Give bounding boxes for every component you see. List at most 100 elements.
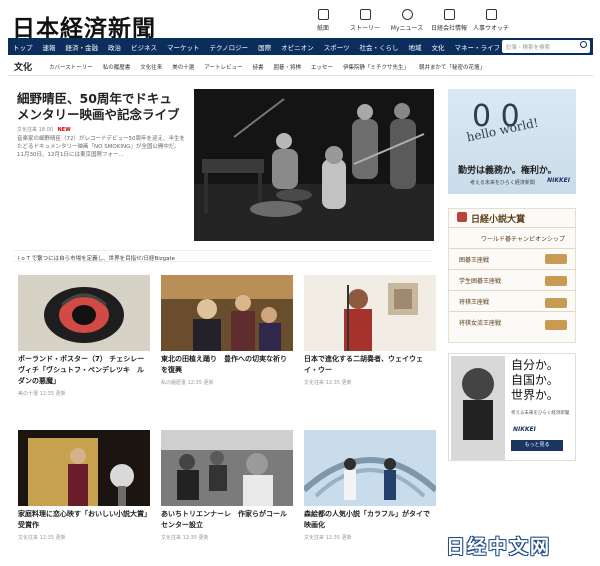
article-category: 文化往来: [304, 380, 325, 386]
new-badge: NEW: [57, 127, 71, 133]
go-stone-icon: [545, 254, 567, 264]
article-card[interactable]: 森絵都の人気小説「カラフル」がタイで映画化 文化往来 12:35 更新: [304, 430, 436, 541]
ad-novel-award-and-go[interactable]: 日経小説大賞 ワールド碁チャンピオンシップ 囲碁王座戦 学生囲碁王座戦 将棋王座…: [448, 208, 576, 343]
header-link-mynews[interactable]: Myニュース: [388, 9, 426, 32]
search-icon[interactable]: [580, 41, 587, 48]
article-category: 文化往来: [161, 535, 182, 541]
article-title[interactable]: 日本で進化する二胡奏者、ウェイウェイ・ウー: [304, 354, 436, 376]
article-card[interactable]: 日本で進化する二胡奏者、ウェイウェイ・ウー 文化往来 12:35 更新: [304, 275, 436, 386]
article-time: 12:35: [325, 535, 341, 541]
go-stone-icon: [545, 276, 567, 286]
erhu-player-thumbnail[interactable]: [304, 275, 436, 351]
article-title[interactable]: あいちトリエンナーレ 作家らがコールセンター設立: [161, 509, 293, 531]
nav-item-politics[interactable]: 政治: [103, 42, 126, 52]
article-time: 12:35: [39, 535, 55, 541]
article-category: 文化往来: [304, 535, 325, 541]
nav-item-market[interactable]: マーケット: [162, 42, 205, 52]
article-updated: 更新: [198, 535, 209, 541]
article-updated: 更新: [341, 380, 352, 386]
more-button[interactable]: もっと見る: [511, 440, 563, 451]
nav-item-money-life[interactable]: マネー・ライフ: [450, 42, 506, 52]
award-ceremony-thumbnail[interactable]: [18, 430, 150, 506]
nav-item-economy[interactable]: 経済・金融: [61, 42, 104, 52]
article-time: 12:35: [182, 535, 198, 541]
nav-item-international[interactable]: 国際: [253, 42, 276, 52]
film-scene-thumbnail[interactable]: [304, 430, 436, 506]
article-meta: 美の十選 12:35 更新: [18, 390, 150, 397]
call-center-thumbnail[interactable]: [161, 430, 293, 506]
subnav-item-books[interactable]: 詩書: [247, 63, 268, 71]
header-link-company-info[interactable]: 日経会社情報: [430, 9, 468, 32]
subnav-item-essay[interactable]: エッセー: [306, 63, 338, 71]
promo-banner[interactable]: I o T で繋つには自ら市場を定義し、世界を目指せ/日経Bizgate: [14, 250, 432, 262]
article-card[interactable]: ポーランド・ポスター（7） チェシレーヴィチ「ヴシュトフ・ペンデレツキ ルダンの…: [18, 275, 150, 397]
poster-illustration: [18, 275, 150, 351]
award-mark-icon: [457, 212, 467, 222]
article-card[interactable]: 家庭料理に恋心映す「おいしい小説大賞」受賞作 文化往来 12:35 更新: [18, 430, 150, 541]
lead-meta: 文化往来 18:00 NEW: [17, 126, 71, 133]
ad-copy-line: 自国か。: [511, 373, 559, 387]
article-time: 12:35: [187, 380, 203, 386]
nav-item-sports[interactable]: スポーツ: [319, 42, 355, 52]
user-icon: [401, 9, 413, 20]
award-illustration: [18, 430, 150, 506]
ad-hello-world[interactable]: 0 0 hello world! 勤労は義務か。権利か。 考える未来をひらく経済…: [448, 89, 576, 194]
subnav-item-my-resume[interactable]: 私の履歴書: [98, 63, 136, 71]
nav-item-breaking[interactable]: 速報: [38, 42, 61, 52]
ad-go-item[interactable]: ワールド碁チャンピオンシップ: [449, 227, 575, 248]
article-time: 12:35: [39, 391, 55, 397]
subnav-item-serial-1[interactable]: 伊集院静「ミチクサ先生」: [338, 63, 414, 71]
subnav-item-art-review[interactable]: アートレビュー: [199, 63, 247, 71]
ad-small-text: 考える未来をひらく経済新聞: [511, 411, 570, 416]
nav-item-top[interactable]: トップ: [8, 42, 38, 52]
lead-photo-concert[interactable]: [194, 89, 434, 241]
ad-copy-line: 世界か。: [511, 388, 559, 402]
musicians-thumbnail[interactable]: [161, 275, 293, 351]
poster-thumbnail[interactable]: [18, 275, 150, 351]
search-input[interactable]: 記事・検索を検索: [502, 40, 590, 53]
nav-item-business[interactable]: ビジネス: [126, 42, 162, 52]
nav-item-region[interactable]: 地域: [404, 42, 427, 52]
article-meta: 文化往来 12:35 更新: [161, 534, 293, 541]
ad-self-country-world[interactable]: 自分か。 自国か。 世界か。 考える未来をひらく経済新聞 NIKKEI もっと見…: [448, 353, 576, 461]
header-link-label: 人事ウオッチ: [472, 25, 509, 32]
nav-item-society[interactable]: 社会・くらし: [355, 42, 404, 52]
article-title[interactable]: 森絵都の人気小説「カラフル」がタイで映画化: [304, 509, 436, 531]
main-nav: トップ 速報 経済・金融 政治 ビジネス マーケット テクノロジー 国際 オピニ…: [8, 38, 593, 55]
header-link-newspaper[interactable]: 紙面: [304, 9, 342, 32]
header-link-label: Myニュース: [390, 25, 424, 32]
article-category: 私の履歴書: [161, 380, 187, 386]
article-title[interactable]: 東北の田植え踊り 豊作への切実な祈りを復興: [161, 354, 293, 376]
article-card[interactable]: 東北の田植え踊り 豊作への切実な祈りを復興 私の履歴書 12:35 更新: [161, 275, 293, 386]
article-category: 文化往来: [18, 535, 39, 541]
nav-item-technology[interactable]: テクノロジー: [205, 42, 254, 52]
header-link-story[interactable]: ストーリー: [346, 9, 384, 32]
shogi-piece-icon: [545, 320, 567, 330]
subnav-item-cover-story[interactable]: カバーストーリー: [44, 63, 98, 71]
nav-item-opinion[interactable]: オピニオン: [276, 42, 319, 52]
company-info-icon: [443, 9, 455, 20]
ad-copy-line: 自分か。: [511, 358, 559, 372]
ad-copy-lines: 自分か。 自国か。 世界か。: [511, 358, 559, 403]
article-card[interactable]: あいちトリエンナーレ 作家らがコールセンター設立 文化往来 12:35 更新: [161, 430, 293, 541]
subnav-item-serial-2[interactable]: 朝井まかて「秘密の花壇」: [414, 63, 490, 71]
header-link-label: 紙面: [316, 25, 329, 32]
newspaper-icon: [317, 9, 329, 20]
subnav-item-culture-news[interactable]: 文化往来: [135, 63, 167, 71]
header-link-personnel[interactable]: 人事ウオッチ: [472, 9, 510, 32]
musicians-illustration: [161, 275, 293, 351]
concert-photo-illustration: [194, 89, 434, 241]
article-title[interactable]: ポーランド・ポスター（7） チェシレーヴィチ「ヴシュトフ・ペンデレツキ ルダンの…: [18, 354, 150, 387]
nikkei-logo: NIKKEI: [513, 426, 536, 433]
article-title[interactable]: 家庭料理に恋心映す「おいしい小説大賞」受賞作: [18, 509, 150, 531]
article-updated: 更新: [341, 535, 352, 541]
section-subnav: 文化 カバーストーリー 私の履歴書 文化往来 美の十選 アートレビュー 詩書 囲…: [8, 58, 593, 76]
lead-headline[interactable]: 細野晴臣、50周年でドキュメンタリー映画や記念ライブ: [17, 91, 182, 123]
nav-item-culture[interactable]: 文化: [427, 42, 450, 52]
section-title[interactable]: 文化: [8, 60, 44, 73]
header-utility-links: 紙面 ストーリー Myニュース 日経会社情報 人事ウオッチ: [304, 9, 510, 32]
lead-summary: 音楽家の細野晴臣（72）がレコードデビュー50周年を迎え、半生をたどるドキュメン…: [17, 136, 185, 158]
subnav-item-ten-beauties[interactable]: 美の十選: [167, 63, 199, 71]
subnav-item-go-shogi[interactable]: 囲碁・将棋: [268, 63, 306, 71]
ad-award-title[interactable]: 日経小説大賞: [471, 212, 525, 225]
